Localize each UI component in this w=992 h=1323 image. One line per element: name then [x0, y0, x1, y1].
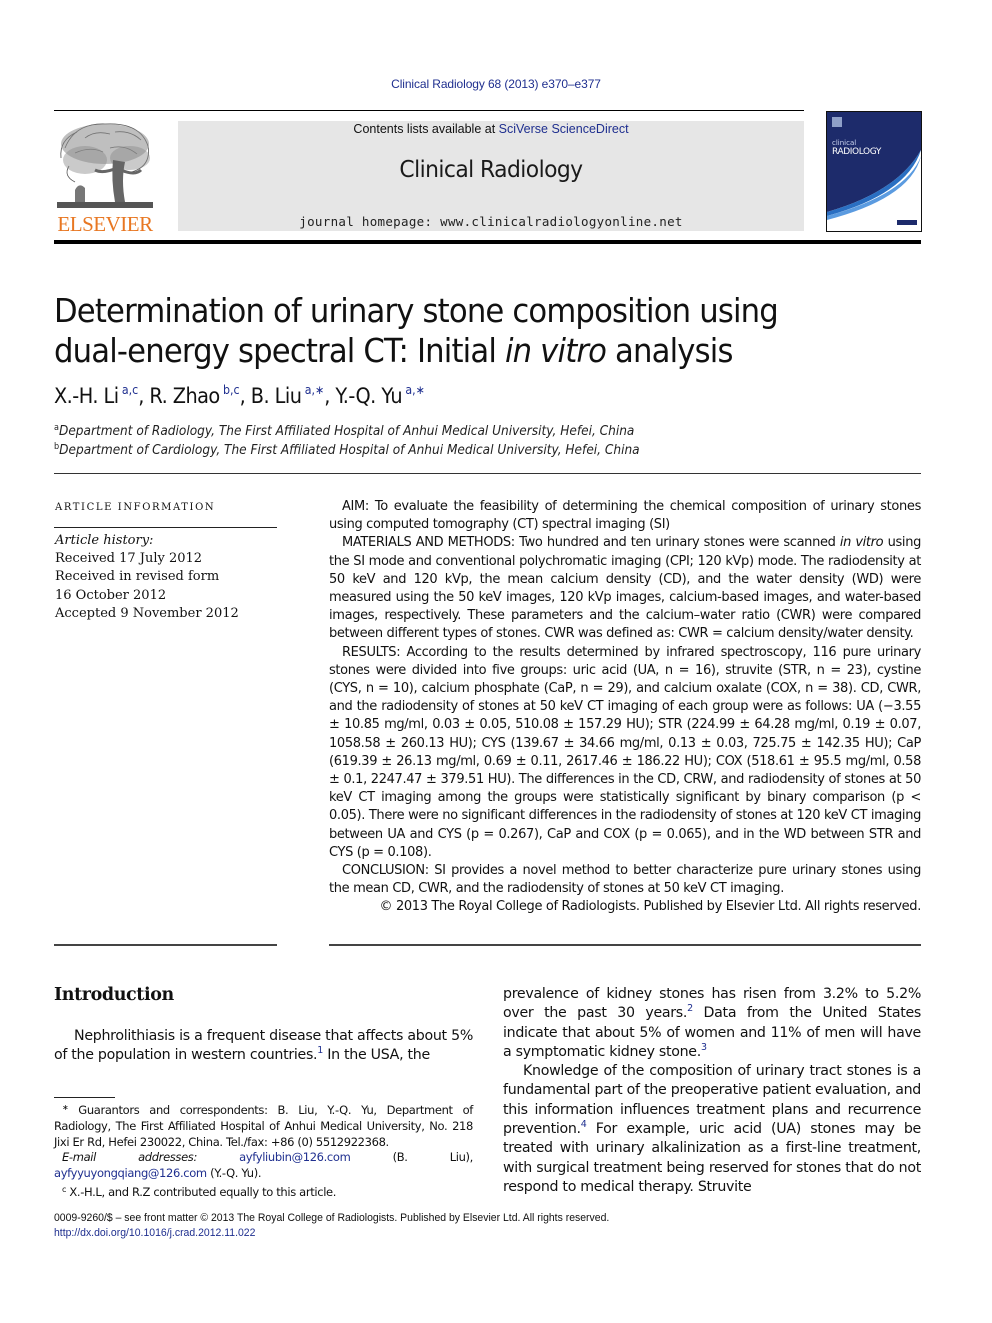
body-column-left: Nephrolithiasis is a frequent disease th…: [54, 1027, 473, 1066]
author-separator: ,: [138, 384, 150, 408]
elsevier-logo[interactable]: ELSEVIER: [54, 118, 156, 236]
author-name: X.-H. Li: [54, 384, 119, 408]
email-link[interactable]: ayfyyuyongqiang@126.com: [54, 1166, 207, 1180]
author[interactable]: B. Liu a,∗: [250, 383, 325, 408]
abstract-conclusion: CONCLUSION: SI provides a novel method t…: [329, 863, 921, 897]
journal-name: Clinical Radiology: [399, 157, 583, 183]
footnote-correspondence: ∗ Guarantors and correspondents: B. Liu,…: [54, 1100, 473, 1150]
citation-ref[interactable]: 3: [701, 1042, 707, 1053]
title-line-2-prefix: dual-energy spectral CT: Initial: [54, 331, 505, 370]
history-entry: Accepted 9 November 2012: [55, 605, 239, 621]
email-link[interactable]: ayfyliubin@126.com: [239, 1150, 351, 1164]
author-separator: ,: [324, 384, 336, 408]
article-title: Determination of urinary stone compositi…: [54, 291, 872, 371]
footnotes: ∗ Guarantors and correspondents: B. Liu,…: [54, 1100, 473, 1201]
body-paragraph: Knowledge of the composition of urinary …: [503, 1062, 921, 1197]
footnote-emails: E-mail addresses: ayfyliubin@126.com (B.…: [54, 1150, 473, 1182]
journal-cover-image: clinical RADIOLOGY: [827, 112, 921, 231]
methods-text-cont: using the SI mode and conventional polyc…: [329, 535, 921, 642]
author-affil-marks[interactable]: b,c: [223, 383, 240, 397]
author[interactable]: Y.-Q. Yu a,∗: [335, 383, 425, 408]
affiliation-text: Department of Radiology, The First Affil…: [58, 423, 635, 439]
title-italic: in vitro: [504, 331, 607, 370]
elsevier-tree-icon: [57, 123, 153, 208]
title-line-2-suffix: analysis: [606, 331, 733, 370]
article-info-rule: [54, 527, 277, 528]
section-rule: [54, 473, 921, 474]
footnote-text: Guarantors and correspondents: B. Liu, Y…: [54, 1103, 473, 1149]
history-entry: 16 October 2012: [55, 587, 167, 603]
article-history: Article history: Received 17 July 2012 R…: [55, 532, 239, 623]
journal-cover-thumbnail[interactable]: clinical RADIOLOGY: [826, 111, 922, 232]
header-rule: [54, 110, 804, 111]
methods-text: MATERIALS AND METHODS: Two hundred and t…: [342, 535, 840, 551]
abstract-bottom-rule: [329, 944, 921, 946]
footnote-text: X.-H.L, and R.Z contributed equally to t…: [66, 1184, 337, 1199]
body-paragraph: prevalence of kidney stones has risen fr…: [503, 985, 921, 1062]
author-affil-marks[interactable]: a,c: [122, 383, 138, 397]
cover-line2: RADIOLOGY: [832, 147, 882, 157]
footnote-contribution: c X.-H.L, and R.Z contributed equally to…: [54, 1182, 473, 1201]
cover-line1: clinical: [832, 139, 856, 147]
body-text: In the USA, the: [323, 1047, 430, 1064]
journal-homepage-link[interactable]: journal homepage: www.clinicalradiologyo…: [178, 214, 804, 229]
article-history-label: Article history:: [55, 533, 154, 548]
email-owner: (B. Liu),: [350, 1150, 474, 1165]
author-separator: ,: [239, 384, 251, 408]
abstract: AIM: To evaluate the feasibility of dete…: [329, 498, 921, 917]
front-matter: 0009-9260/$ – see front matter © 2013 Th…: [54, 1211, 609, 1240]
affiliation: bDepartment of Cardiology, The First Aff…: [54, 442, 640, 458]
body-column-right: prevalence of kidney stones has risen fr…: [503, 985, 921, 1197]
methods-italic: in vitro: [839, 535, 884, 551]
contents-prefix: Contents lists available at: [353, 122, 499, 136]
article-info-bottom-rule: [54, 944, 277, 946]
author-name: B. Liu: [250, 384, 302, 408]
author-name: R. Zhao: [149, 384, 220, 408]
abstract-results: RESULTS: According to the results determ…: [329, 644, 921, 860]
front-matter-line: 0009-9260/$ – see front matter © 2013 Th…: [54, 1212, 610, 1224]
title-line-2: dual-energy spectral CT: Initial in vitr…: [54, 331, 872, 371]
history-entry: Received in revised form: [55, 569, 220, 585]
footnote-rule: [54, 1097, 115, 1098]
author-list: X.-H. Li a,c, R. Zhao b,c, B. Liu a,∗, Y…: [54, 383, 425, 408]
doi-link[interactable]: http://dx.doi.org/10.1016/j.crad.2012.11…: [54, 1227, 255, 1239]
article-info-heading: ARTICLE INFORMATION: [55, 502, 216, 513]
affiliation: aDepartment of Radiology, The First Affi…: [54, 423, 634, 439]
author-affil-marks[interactable]: a,∗: [405, 383, 425, 397]
sciencedirect-link[interactable]: SciVerse ScienceDirect: [499, 122, 629, 136]
masthead-thick-rule: [54, 240, 921, 244]
elsevier-wordmark: ELSEVIER: [57, 212, 153, 236]
affiliation-text: Department of Cardiology, The First Affi…: [59, 442, 640, 458]
abstract-aim: AIM: To evaluate the feasibility of dete…: [329, 499, 921, 533]
author-affil-marks[interactable]: a,∗: [305, 383, 325, 397]
author[interactable]: R. Zhao b,c: [149, 383, 240, 408]
author-name: Y.-Q. Yu: [335, 384, 403, 408]
abstract-methods: MATERIALS AND METHODS: Two hundred and t…: [329, 534, 921, 643]
title-line-1: Determination of urinary stone compositi…: [54, 291, 779, 330]
abstract-copyright: © 2013 The Royal College of Radiologists…: [379, 899, 922, 915]
email-owner: (Y.-Q. Yu).: [206, 1166, 262, 1181]
running-head[interactable]: Clinical Radiology 68 (2013) e370–e377: [0, 77, 992, 91]
body-paragraph: Nephrolithiasis is a frequent disease th…: [54, 1027, 473, 1066]
introduction-heading: Introduction: [54, 985, 174, 1005]
email-label: E-mail addresses:: [62, 1150, 197, 1165]
author[interactable]: X.-H. Li a,c: [54, 383, 138, 408]
history-entry: Received 17 July 2012: [55, 551, 203, 567]
contents-line: Contents lists available at SciVerse Sci…: [178, 122, 804, 136]
